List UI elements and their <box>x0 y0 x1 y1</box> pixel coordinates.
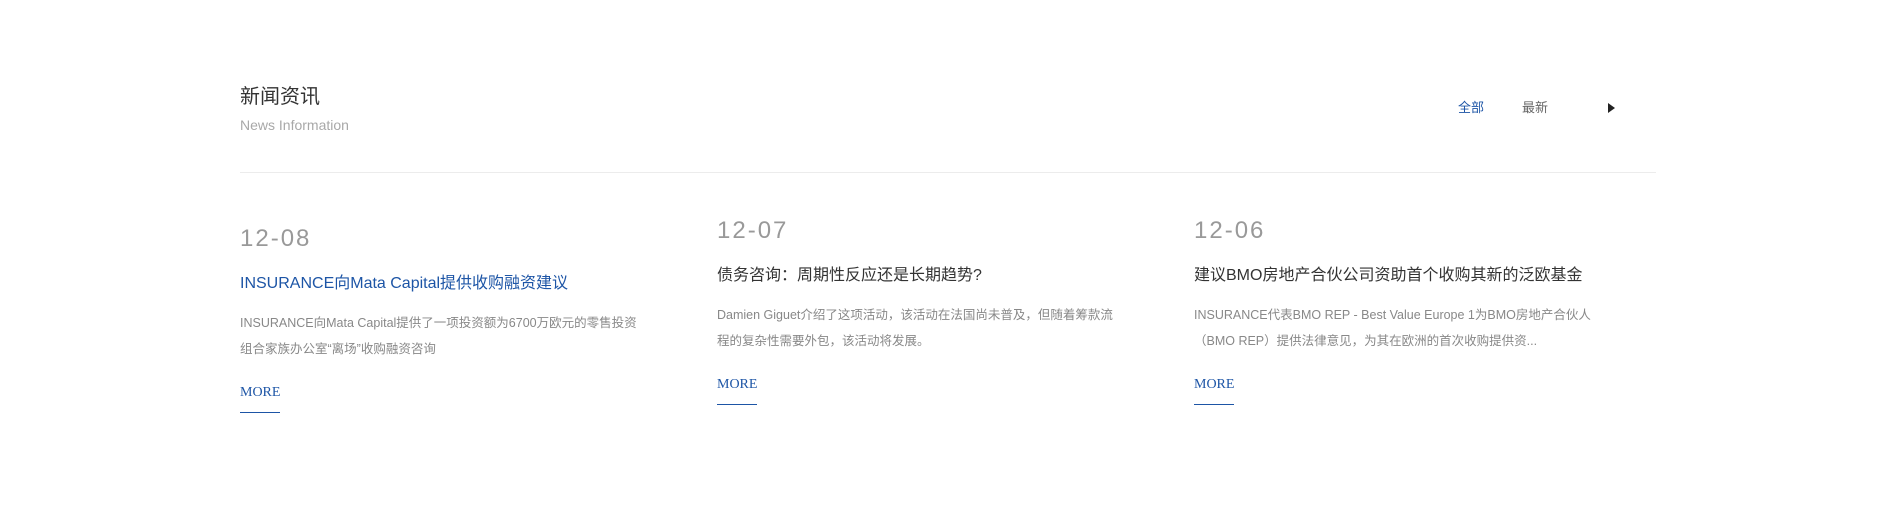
section-title: 新闻资讯 <box>240 86 320 108</box>
more-link[interactable]: MORE <box>240 384 281 413</box>
more-link[interactable]: MORE <box>717 376 758 405</box>
news-description: Damien Giguet介绍了这项活动，该活动在法国尚未普及，但随着筹款流程的… <box>717 308 1113 348</box>
section-subtitle: News Information <box>240 117 349 133</box>
tab-all[interactable]: 全部 <box>1458 97 1484 119</box>
section-divider <box>240 172 1656 173</box>
news-date: 12-08 <box>240 225 312 252</box>
news-title-link[interactable]: 债务咨询：周期性反应还是长期趋势? <box>717 265 1137 287</box>
play-arrow-icon[interactable] <box>1608 103 1616 113</box>
news-title-link[interactable]: INSURANCE向Mata Capital提供收购融资建议 <box>240 273 660 295</box>
news-card: 12-07 债务咨询：周期性反应还是长期趋势? Damien Giguet介绍了… <box>717 216 1137 405</box>
tab-latest[interactable]: 最新 <box>1522 97 1548 119</box>
news-card: 12-08 INSURANCE向Mata Capital提供收购融资建议 INS… <box>240 224 660 413</box>
news-filter-tabs: 全部 最新 <box>1458 97 1616 119</box>
news-description: INSURANCE向Mata Capital提供了一项投资额为6700万欧元的零… <box>240 316 637 356</box>
news-date: 12-06 <box>1194 217 1266 244</box>
news-description: INSURANCE代表BMO REP - Best Value Europe 1… <box>1194 308 1591 348</box>
news-title-link[interactable]: 建议BMO房地产合伙公司资助首个收购其新的泛欧基金 <box>1194 265 1614 287</box>
news-section: 新闻资讯 News Information 全部 最新 12-08 INSURA… <box>240 0 1656 510</box>
more-link[interactable]: MORE <box>1194 376 1235 405</box>
news-date: 12-07 <box>717 217 789 244</box>
news-card: 12-06 建议BMO房地产合伙公司资助首个收购其新的泛欧基金 INSURANC… <box>1194 216 1614 405</box>
